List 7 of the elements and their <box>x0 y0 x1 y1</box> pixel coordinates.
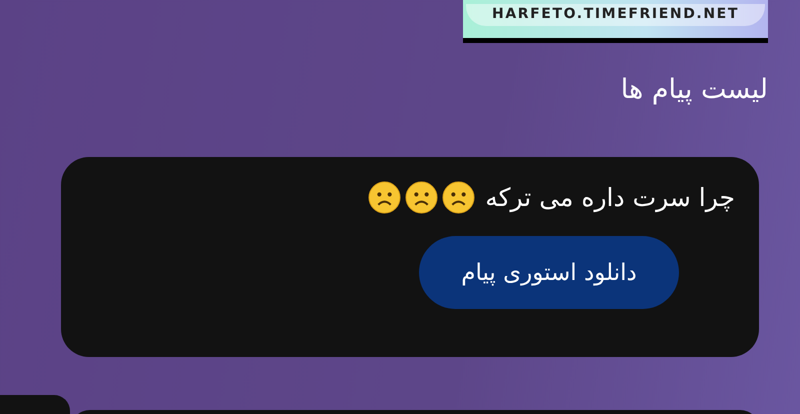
sad-face-icon <box>368 181 402 214</box>
download-button[interactable]: دانلود استوری پیام <box>419 236 679 310</box>
message-text: چرا سرت داره می ترکه <box>485 182 735 214</box>
sad-face-icon <box>405 181 438 214</box>
section-heading: لیست پیام ها <box>620 73 768 107</box>
site-address: HARFETO.TIMEFRIEND.NET <box>466 4 765 26</box>
sad-face-icon <box>442 181 476 214</box>
